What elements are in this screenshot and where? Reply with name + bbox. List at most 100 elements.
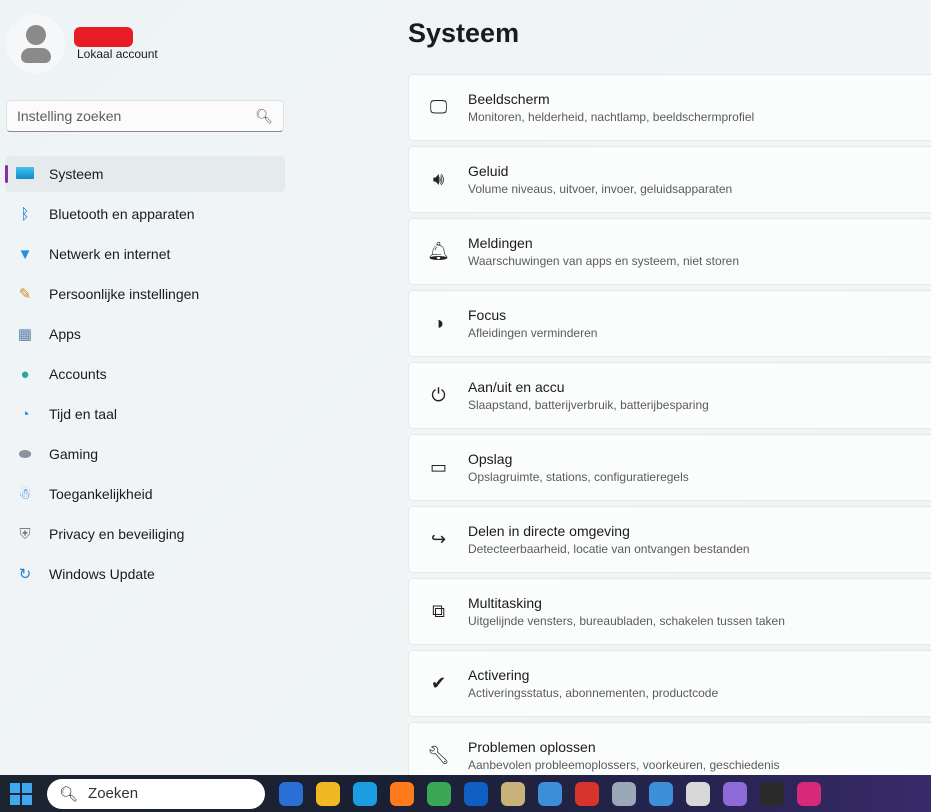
bluetooth-icon: ᛒ <box>20 205 30 223</box>
sidebar-item-label: Apps <box>49 326 81 342</box>
card-subtitle: Monitoren, helderheid, nachtlamp, beelds… <box>468 110 755 124</box>
shield-icon: ⛨ <box>19 525 31 543</box>
bell-icon: 🔔︎ <box>427 241 450 261</box>
avatar[interactable] <box>6 14 65 73</box>
card-subtitle: Aanbevolen probleemoplossers, voorkeuren… <box>468 758 780 772</box>
multitasking-icon: ⧉ <box>432 601 445 621</box>
file-explorer-icon[interactable] <box>316 781 340 806</box>
apps-icon: ▦ <box>17 326 33 343</box>
page-title: Systeem <box>408 18 520 48</box>
card-title: Focus <box>468 307 507 323</box>
paint-icon[interactable] <box>538 781 562 806</box>
thunderbird-icon[interactable] <box>279 781 303 806</box>
card-title: Meldingen <box>468 235 533 251</box>
app-icon[interactable] <box>760 781 784 806</box>
storage-icon: ▭ <box>429 457 447 477</box>
sidebar-item-label: Toegankelijkheid <box>49 486 153 502</box>
laptop-icon: 🖵︎ <box>429 97 448 117</box>
gamepad-icon: ⬬ <box>18 445 32 463</box>
edge-icon[interactable] <box>353 781 377 806</box>
sidebar-item[interactable]: ☃ Toegankelijkheid <box>5 476 285 512</box>
taskbar-search-label: Zoeken <box>88 785 139 802</box>
card-subtitle: Opslagruimte, stations, configuratierege… <box>468 470 689 484</box>
sidebar-item[interactable]: ↻ Windows Update <box>5 556 285 592</box>
card-title: Delen in directe omgeving <box>468 523 630 539</box>
sidebar-item[interactable]: ● Accounts <box>5 356 285 392</box>
card-title: Opslag <box>468 451 513 467</box>
sidebar-item[interactable]: ᛒ Bluetooth en apparaten <box>5 196 285 232</box>
wifi-icon: ▼ <box>17 245 33 263</box>
update-icon: ↻ <box>18 566 32 583</box>
app-icon[interactable] <box>686 781 710 806</box>
card-subtitle: Waarschuwingen van apps en systeem, niet… <box>468 254 740 268</box>
sidebar-item-label: Bluetooth en apparaten <box>49 206 195 222</box>
firefox-icon[interactable] <box>390 781 414 806</box>
settings-card[interactable]: ⧉ Multitasking Uitgelijnde vensters, burea… <box>408 578 931 645</box>
settings-card[interactable]: 🔔︎ Meldingen Waarschuwingen van apps en sy… <box>408 218 931 285</box>
sidebar-item-label: Systeem <box>49 166 104 182</box>
card-title: Aan/uit en accu <box>468 379 565 395</box>
sidebar-item[interactable]: ▦ Apps <box>5 316 285 352</box>
search-icon[interactable]: 🔍︎ <box>255 108 273 125</box>
settings-card[interactable]: ◑ Focus Afleidingen verminderen <box>408 290 931 357</box>
search-placeholder: Instelling zoeken <box>17 108 122 124</box>
settings-cards: 🖵︎ Beeldscherm Monitoren, helderheid, nach… <box>408 74 931 794</box>
teamviewer-icon[interactable] <box>464 781 488 806</box>
sidebar-item[interactable]: ⛨ Privacy en beveiliging <box>5 516 285 552</box>
wrench-icon: 🔧︎ <box>427 745 450 765</box>
search-icon: 🔍︎ <box>59 785 79 803</box>
sidebar-item[interactable]: ▼ Netwerk en internet <box>5 236 285 272</box>
card-subtitle: Activeringsstatus, abonnementen, product… <box>468 686 719 700</box>
chrome-icon[interactable] <box>427 781 451 806</box>
settings-card[interactable]: 🖵︎ Beeldscherm Monitoren, helderheid, nach… <box>408 74 931 141</box>
sidebar-item[interactable]: Systeem <box>5 156 285 192</box>
globe-clock-icon: ◔ <box>20 405 30 423</box>
card-title: Multitasking <box>468 595 542 611</box>
card-title: Beeldscherm <box>468 91 550 107</box>
card-title: Geluid <box>468 163 509 179</box>
card-title: Problemen oplossen <box>468 739 596 755</box>
settings-search-input[interactable]: Instelling zoeken 🔍︎ <box>6 100 284 132</box>
sidebar-item[interactable]: ⬬ Gaming <box>5 436 285 472</box>
settings-card[interactable]: ▭ Opslag Opslagruimte, stations, configura… <box>408 434 931 501</box>
focus-icon: ◑ <box>433 313 444 333</box>
share-icon: ↪ <box>430 529 447 549</box>
speaker-icon: 🔊︎ <box>432 169 445 189</box>
start-button[interactable] <box>10 782 32 805</box>
card-subtitle: Afleidingen verminderen <box>468 326 598 340</box>
instagram-icon[interactable] <box>797 781 821 806</box>
sidebar-item[interactable]: ✎ Persoonlijke instellingen <box>5 276 285 312</box>
sidebar-item-label: Privacy en beveiliging <box>49 526 185 542</box>
app-icon[interactable] <box>501 781 525 806</box>
accessibility-icon: ☃ <box>18 486 32 503</box>
sidebar-item-label: Windows Update <box>49 566 155 582</box>
taskbar-search[interactable]: 🔍︎ Zoeken <box>47 778 265 809</box>
monitor-icon <box>15 166 35 183</box>
settings-card[interactable]: ⏻ Aan/uit en accu Slaapstand, batterijverb… <box>408 362 931 429</box>
settings-card[interactable]: 🔊︎ Geluid Volume niveaus, uitvoer, invoer,… <box>408 146 931 213</box>
card-subtitle: Slaapstand, batterijverbruik, batterijbe… <box>468 398 709 412</box>
sidebar-item-label: Netwerk en internet <box>49 246 171 262</box>
settings-card[interactable]: ✔ Activering Activeringsstatus, abonnement… <box>408 650 931 717</box>
brush-icon: ✎ <box>18 286 32 303</box>
sidebar-nav: Systeem ᛒ Bluetooth en apparaten ▼ Netwerk e… <box>5 156 285 596</box>
app-icon[interactable] <box>723 781 747 806</box>
person-icon: ● <box>20 365 30 383</box>
card-title: Activering <box>468 667 530 683</box>
sidebar-item-label: Accounts <box>49 366 107 382</box>
taskbar: 🔍︎ Zoeken <box>0 775 931 812</box>
sidebar-item-label: Gaming <box>49 446 99 462</box>
sidebar-item[interactable]: ◔ Tijd en taal <box>5 396 285 432</box>
sidebar-item-label: Tijd en taal <box>49 406 117 422</box>
settings-card[interactable]: ↪ Delen in directe omgeving Detecteerbaarh… <box>408 506 931 573</box>
app-icon[interactable] <box>612 781 636 806</box>
redacted-username <box>74 27 133 47</box>
app-icon[interactable] <box>649 781 673 806</box>
ccleaner-icon[interactable] <box>575 781 599 806</box>
card-subtitle: Detecteerbaarheid, locatie van ontvangen… <box>468 542 750 556</box>
card-subtitle: Volume niveaus, uitvoer, invoer, geluids… <box>468 182 733 196</box>
card-subtitle: Uitgelijnde vensters, bureaubladen, scha… <box>468 614 785 628</box>
account-type: Lokaal account <box>77 47 158 61</box>
sidebar-item-label: Persoonlijke instellingen <box>49 286 200 302</box>
power-icon: ⏻ <box>431 385 446 405</box>
